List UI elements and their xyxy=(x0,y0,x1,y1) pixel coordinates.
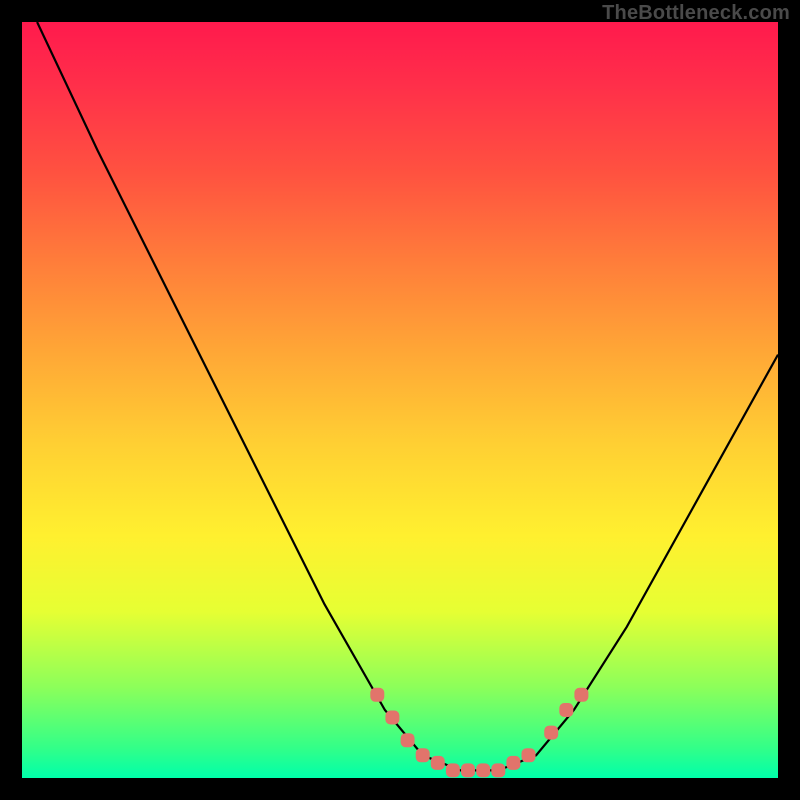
marker-point xyxy=(385,711,399,725)
marker-point xyxy=(416,748,430,762)
marker-point xyxy=(461,763,475,777)
marker-point xyxy=(491,763,505,777)
marker-point xyxy=(506,756,520,770)
marker-point xyxy=(476,763,490,777)
marker-point xyxy=(446,763,460,777)
marker-point xyxy=(431,756,445,770)
marker-point xyxy=(401,733,415,747)
marker-point xyxy=(522,748,536,762)
watermark-text: TheBottleneck.com xyxy=(602,2,790,25)
marker-point xyxy=(574,688,588,702)
marker-point xyxy=(544,726,558,740)
curve-line xyxy=(37,22,778,770)
marker-point xyxy=(559,703,573,717)
bottleneck-chart xyxy=(22,22,778,778)
marker-point xyxy=(370,688,384,702)
